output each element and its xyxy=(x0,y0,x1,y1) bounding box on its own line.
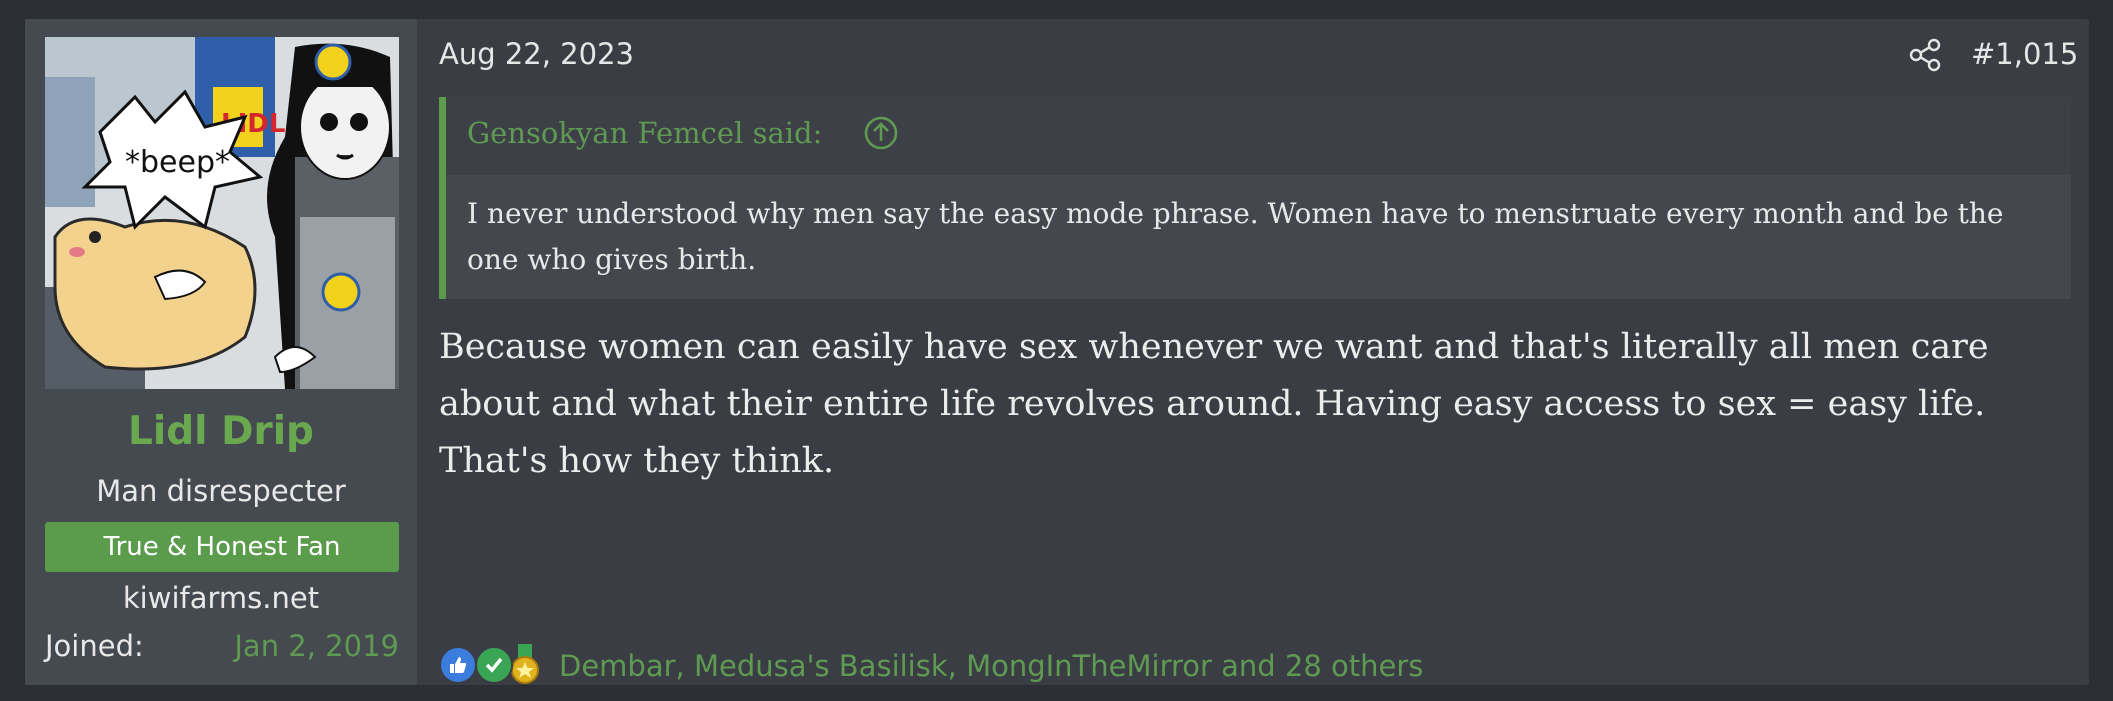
username[interactable]: Lidl Drip xyxy=(25,409,417,454)
post-date[interactable]: Aug 22, 2023 xyxy=(439,37,634,71)
joined-label: Joined: xyxy=(45,629,144,663)
reaction-icons[interactable] xyxy=(439,643,551,689)
user-site: kiwifarms.net xyxy=(122,581,320,615)
quote-block: Gensokyan Femcel said: I never understoo… xyxy=(439,97,2071,299)
quote-text: I never understood why men say the easy … xyxy=(467,197,2004,276)
like-icon[interactable] xyxy=(439,646,477,684)
quote-header: Gensokyan Femcel said: xyxy=(446,97,2071,175)
reaction-users[interactable]: Dembar, Medusa's Basilisk, MongInTheMirr… xyxy=(559,649,1423,683)
share-icon[interactable] xyxy=(1907,37,1943,73)
reactions-bar[interactable]: Dembar, Medusa's Basilisk, MongInTheMirr… xyxy=(439,643,1423,689)
arrow-up-circle-icon[interactable] xyxy=(862,114,900,152)
joined-date: Jan 2, 2019 xyxy=(234,629,399,663)
user-title: Man disrespecter xyxy=(96,474,346,508)
post-body: Because women can easily have sex whenev… xyxy=(439,327,1989,481)
forum-post: LIDL *beep* Lidl Drip Man disrespecter T… xyxy=(24,18,2090,686)
avatar[interactable]: LIDL *beep* xyxy=(45,37,399,389)
user-info-panel: LIDL *beep* Lidl Drip Man disrespecter T… xyxy=(25,19,417,685)
quote-author[interactable]: Gensokyan Femcel said: xyxy=(467,116,822,150)
agree-icon[interactable] xyxy=(475,646,513,684)
avatar-caption: *beep* xyxy=(125,145,230,180)
user-banner: True & Honest Fan xyxy=(45,522,399,572)
post-number[interactable]: #1,015 xyxy=(1971,37,2078,71)
avatar-image: LIDL *beep* xyxy=(45,37,399,389)
